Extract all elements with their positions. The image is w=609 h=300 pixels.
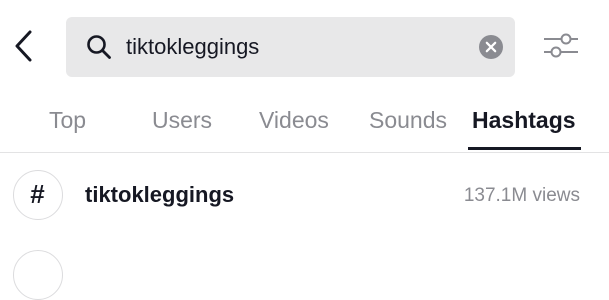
- clear-icon: [479, 35, 503, 59]
- filter-button[interactable]: [543, 30, 579, 62]
- tab-top[interactable]: Top: [49, 98, 86, 144]
- back-button[interactable]: [8, 26, 40, 66]
- tab-hashtags[interactable]: Hashtags: [472, 98, 576, 144]
- search-icon: [86, 34, 112, 60]
- divider: [0, 152, 609, 153]
- chevron-left-icon: [15, 30, 32, 62]
- tab-bar: Top Users Videos Sounds Hashtags: [0, 98, 609, 154]
- clear-search-button[interactable]: [479, 35, 503, 59]
- sliders-icon: [544, 33, 578, 58]
- hashtag-glyph: #: [30, 179, 45, 209]
- hashtag-result-row[interactable]: # tiktokleggings 137.1M views: [0, 168, 609, 228]
- active-tab-indicator: [468, 147, 581, 150]
- tab-sounds[interactable]: Sounds: [369, 98, 447, 144]
- hashtag-icon: #: [13, 170, 63, 220]
- tab-users[interactable]: Users: [152, 98, 212, 144]
- hashtag-icon-partial: [13, 250, 63, 300]
- search-input[interactable]: [126, 17, 466, 77]
- search-bar[interactable]: [66, 17, 515, 77]
- hashtag-views-count: 137.1M views: [463, 185, 580, 206]
- tab-videos[interactable]: Videos: [259, 98, 329, 144]
- hashtag-name: tiktokleggings: [85, 182, 235, 207]
